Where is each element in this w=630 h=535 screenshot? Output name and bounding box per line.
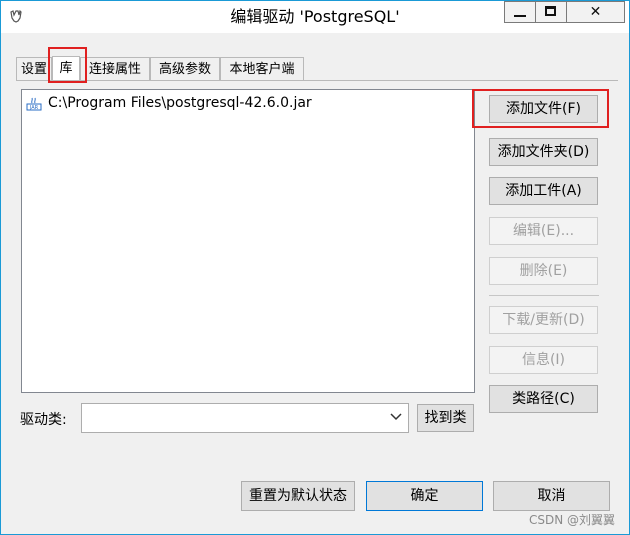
edit-driver-dialog: 编辑驱动 'PostgreSQL' ✕ 设置 库 连接属性 高级参数 本地客户端…: [0, 0, 630, 535]
close-icon: ✕: [589, 4, 602, 20]
watermark: CSDN @刘翼翼: [528, 513, 615, 527]
minimize-button[interactable]: [504, 1, 535, 23]
classpath-button[interactable]: 类路径(C): [489, 385, 598, 413]
button-separator: [489, 295, 599, 296]
driver-class-label: 驱动类:: [20, 412, 67, 428]
chevron-down-icon[interactable]: [388, 409, 404, 427]
delete-button[interactable]: 删除(E): [489, 257, 598, 285]
svg-text:JAR: JAR: [29, 105, 39, 111]
close-button[interactable]: ✕: [566, 1, 625, 23]
tab-settings[interactable]: 设置: [16, 57, 52, 80]
tab-libraries[interactable]: 库: [52, 56, 80, 81]
find-class-button[interactable]: 找到类: [417, 404, 474, 432]
reset-defaults-button[interactable]: 重置为默认状态: [241, 481, 355, 511]
library-path: C:\Program Files\postgresql-42.6.0.jar: [48, 95, 312, 111]
tab-advanced-parameters[interactable]: 高级参数: [150, 57, 220, 80]
edit-button[interactable]: 编辑(E)...: [489, 217, 598, 245]
ok-button[interactable]: 确定: [366, 481, 483, 511]
download-update-button[interactable]: 下载/更新(D): [489, 306, 598, 334]
info-button[interactable]: 信息(I): [489, 346, 598, 374]
tab-connection-properties[interactable]: 连接属性: [80, 57, 150, 80]
jar-file-icon: JAR: [26, 95, 42, 111]
add-folder-button[interactable]: 添加文件夹(D): [489, 138, 598, 166]
cancel-button[interactable]: 取消: [493, 481, 610, 511]
maximize-icon: [545, 6, 556, 16]
add-artifact-button[interactable]: 添加工件(A): [489, 177, 598, 205]
title-bar: 编辑驱动 'PostgreSQL' ✕: [1, 1, 629, 33]
maximize-button[interactable]: [535, 1, 566, 23]
add-file-button[interactable]: 添加文件(F): [489, 95, 598, 123]
library-list[interactable]: JAR C:\Program Files\postgresql-42.6.0.j…: [21, 89, 475, 393]
tab-local-client[interactable]: 本地客户端: [220, 57, 304, 80]
minimize-icon: [514, 15, 526, 17]
driver-class-combo[interactable]: [81, 403, 409, 433]
list-item[interactable]: JAR C:\Program Files\postgresql-42.6.0.j…: [26, 93, 312, 113]
